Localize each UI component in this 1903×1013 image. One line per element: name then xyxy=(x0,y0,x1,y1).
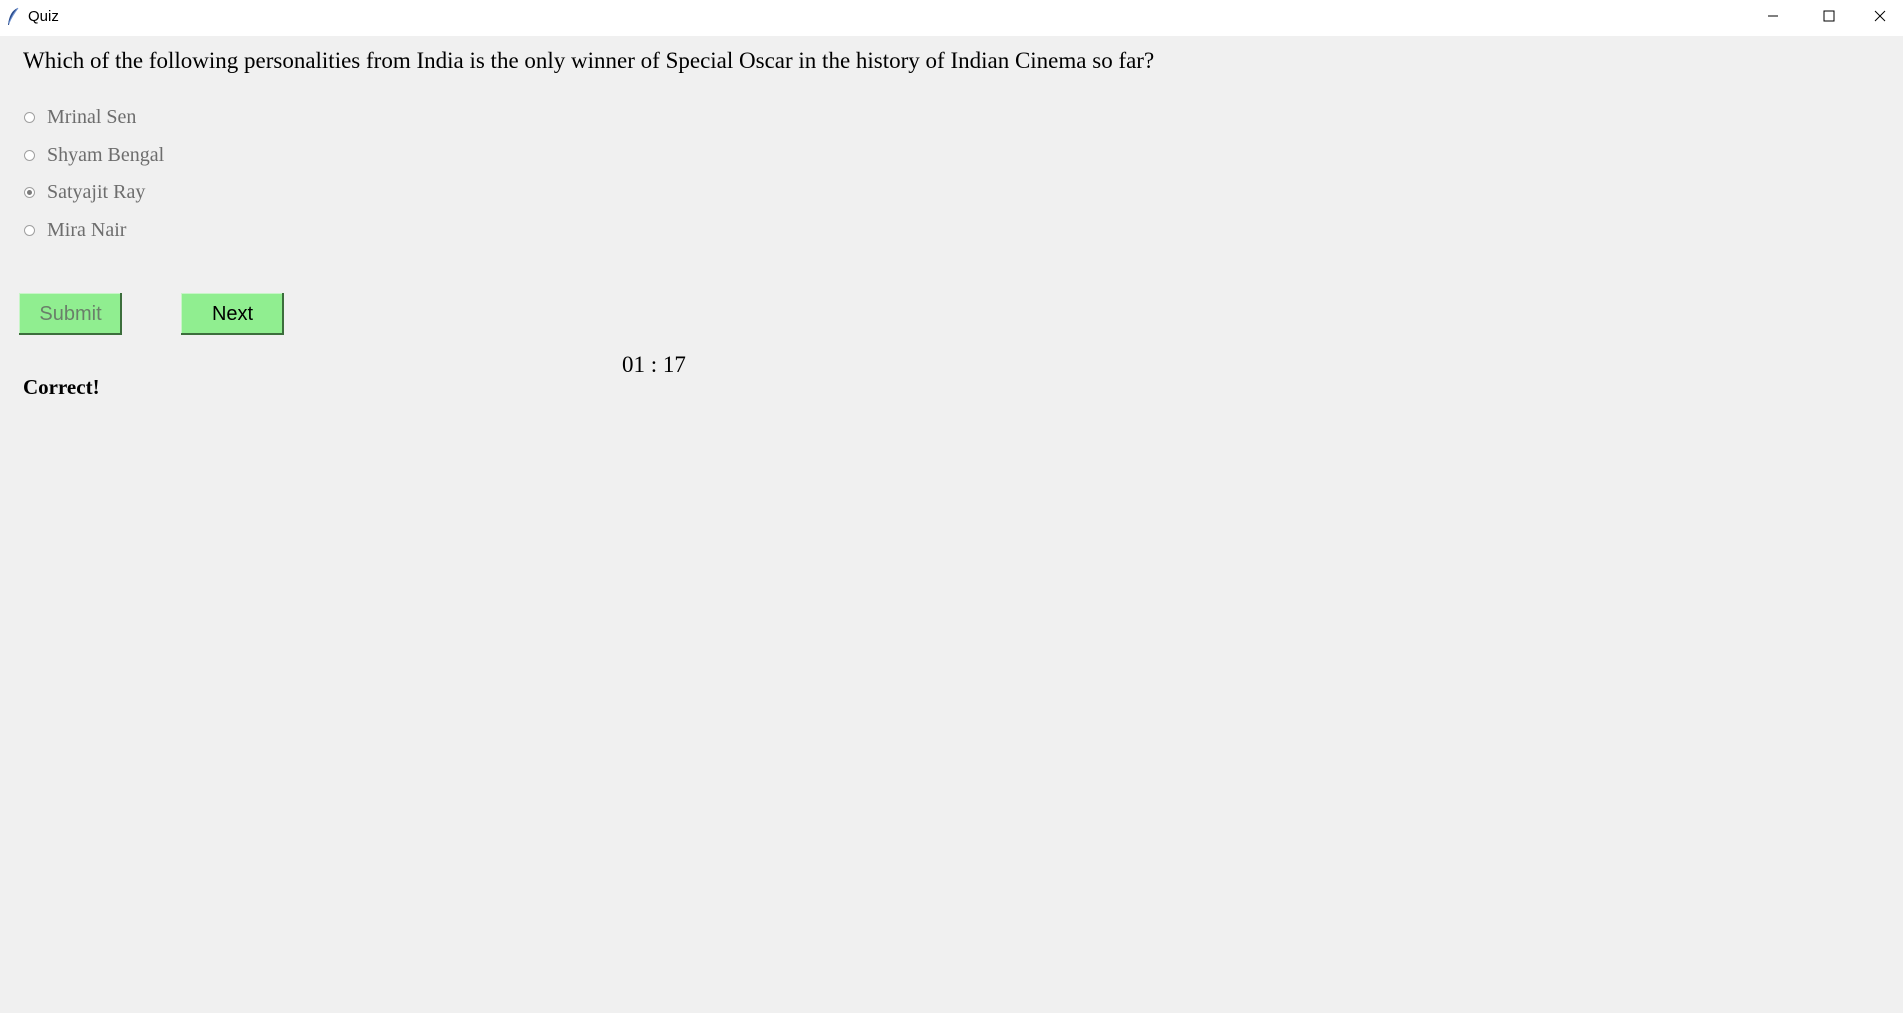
minimize-button[interactable] xyxy=(1745,0,1801,36)
minimize-icon xyxy=(1767,9,1779,27)
window-title: Quiz xyxy=(28,8,59,25)
quiz-panel: Which of the following personalities fro… xyxy=(0,36,1903,1013)
option-shyam-bengal[interactable]: Shyam Bengal xyxy=(24,142,164,168)
timer: 01 : 17 xyxy=(622,352,686,377)
option-label: Mrinal Sen xyxy=(47,105,137,128)
feather-icon xyxy=(6,7,20,27)
close-button[interactable] xyxy=(1857,0,1903,36)
feedback-message: Correct! xyxy=(23,375,100,399)
next-button[interactable]: Next xyxy=(181,293,284,335)
radio-button[interactable] xyxy=(24,111,35,123)
maximize-button[interactable] xyxy=(1801,0,1857,36)
submit-button[interactable]: Submit xyxy=(19,293,122,335)
option-mrinal-sen[interactable]: Mrinal Sen xyxy=(24,104,136,130)
radio-button[interactable] xyxy=(24,224,35,236)
question-text: Which of the following personalities fro… xyxy=(23,48,1155,73)
radio-button[interactable] xyxy=(24,149,35,161)
option-mira-nair[interactable]: Mira Nair xyxy=(24,217,126,243)
option-label: Mira Nair xyxy=(47,218,127,241)
title-bar: Quiz xyxy=(0,0,1903,36)
option-label: Satyajit Ray xyxy=(47,180,146,203)
option-satyajit-ray[interactable]: Satyajit Ray xyxy=(24,179,145,205)
close-icon xyxy=(1874,9,1886,27)
option-label: Shyam Bengal xyxy=(47,143,165,166)
maximize-icon xyxy=(1823,9,1835,27)
radio-button-selected[interactable] xyxy=(24,186,35,198)
